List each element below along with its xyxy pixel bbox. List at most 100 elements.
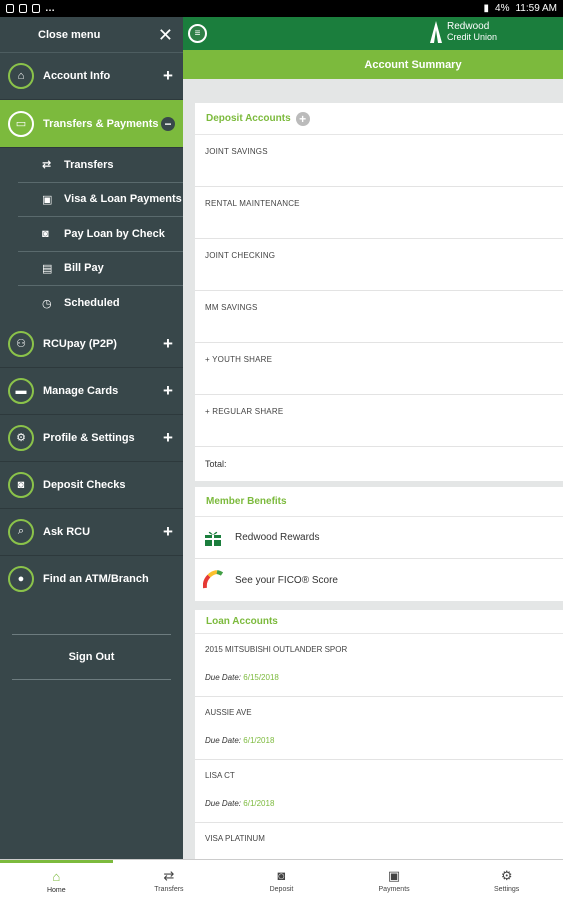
submenu-item-label: Scheduled: [64, 297, 120, 310]
menu-item-label: Find an ATM/Branch: [43, 573, 149, 585]
deposit-accounts-header: Deposit Accounts +: [195, 103, 563, 135]
submenu-item-label: Bill Pay: [64, 262, 104, 275]
submenu-item-bill-pay[interactable]: ▤ Bill Pay: [18, 252, 183, 286]
total-label: Total:: [205, 459, 227, 469]
more-notifications-icon: …: [45, 3, 55, 14]
money-icon: ▭: [8, 110, 34, 137]
account-row[interactable]: RENTAL MAINTENANCE: [195, 187, 563, 239]
tab-label: Transfers: [154, 885, 184, 893]
page-title: Account Summary: [183, 50, 563, 79]
section-title: Member Benefits: [195, 487, 563, 517]
expand-icon[interactable]: +: [161, 66, 175, 86]
submenu-item-scheduled[interactable]: ◷ Scheduled: [18, 286, 183, 321]
collapse-icon[interactable]: −: [161, 116, 175, 131]
loan-row[interactable]: VISA PLATINUM: [195, 823, 563, 859]
redwood-logo: Redwood Credit Union: [429, 21, 497, 43]
menu-item-ask-rcu[interactable]: ⌕ Ask RCU +: [0, 509, 183, 556]
due-date: Due Date: 6/1/2018: [205, 736, 563, 745]
tree-logo-icon: [430, 21, 442, 43]
fico-score-link[interactable]: See your FICO® Score: [195, 559, 563, 601]
loan-name: LISA CT: [205, 771, 235, 780]
battery-icon: ▮: [483, 3, 490, 14]
due-date-value: 6/15/2018: [243, 673, 279, 682]
benefit-label: See your FICO® Score: [235, 574, 338, 586]
status-time: 11:59 AM: [515, 3, 557, 14]
transfer-icon: ⇄: [163, 867, 175, 883]
battery-level: 4%: [495, 3, 510, 14]
account-row[interactable]: JOINT CHECKING: [195, 239, 563, 291]
gear-icon: ⚙: [8, 424, 34, 451]
menu-item-manage-cards[interactable]: ▬ Manage Cards +: [0, 368, 183, 415]
menu-item-rcupay[interactable]: ⚇ RCUpay (P2P) +: [0, 321, 183, 368]
people-icon: ⚇: [8, 330, 34, 357]
account-row[interactable]: + YOUTH SHARE: [195, 343, 563, 395]
side-menu: Close menu ✕ ⌂ Account Info + ▭ Transfer…: [0, 17, 183, 859]
member-benefits-card: Member Benefits Redwood Rewards See your…: [195, 487, 563, 601]
menu-item-transfers-payments[interactable]: ▭ Transfers & Payments −: [0, 100, 183, 148]
camera-icon: ◙: [42, 227, 49, 240]
menu-item-deposit-checks[interactable]: ◙ Deposit Checks: [0, 462, 183, 509]
close-menu-button[interactable]: Close menu ✕: [0, 17, 183, 53]
search-icon: ⌕: [8, 518, 34, 545]
app-header: ≡ Redwood Credit Union: [183, 17, 563, 50]
status-bar: … ▮ 4% 11:59 AM: [0, 0, 563, 17]
expand-icon[interactable]: +: [161, 381, 175, 401]
submenu-item-label: Transfers: [64, 158, 114, 171]
menu-item-label: Manage Cards: [43, 384, 119, 397]
menu-item-label: Profile & Settings: [43, 431, 135, 444]
account-row[interactable]: JOINT SAVINGS: [195, 135, 563, 187]
expand-icon[interactable]: +: [161, 334, 175, 354]
notification-icon: [19, 4, 27, 13]
account-row[interactable]: MM SAVINGS: [195, 291, 563, 343]
deposit-accounts-card: Deposit Accounts + JOINT SAVINGS RENTAL …: [195, 103, 563, 481]
camera-icon: ◙: [277, 867, 286, 883]
tab-deposit[interactable]: ◙ Deposit: [225, 860, 338, 900]
due-date-label: Due Date:: [205, 799, 242, 808]
expand-icon[interactable]: +: [161, 522, 175, 542]
loan-row[interactable]: LISA CT Due Date: 6/1/2018: [195, 760, 563, 823]
gear-icon: ⚙: [500, 867, 513, 883]
expand-icon[interactable]: +: [161, 428, 175, 448]
tab-payments[interactable]: ▣ Payments: [338, 860, 451, 900]
tab-transfers[interactable]: ⇄ Transfers: [113, 860, 226, 900]
close-icon[interactable]: ✕: [158, 26, 173, 44]
due-date-label: Due Date:: [205, 736, 242, 745]
menu-item-find-atm[interactable]: ● Find an ATM/Branch: [0, 556, 183, 603]
add-account-icon[interactable]: +: [295, 111, 310, 126]
logo-text-line2: Credit Union: [447, 32, 498, 42]
loan-row[interactable]: AUSSIE AVE Due Date: 6/1/2018: [195, 697, 563, 760]
sign-out-button[interactable]: Sign Out: [12, 634, 171, 680]
due-date-value: 6/1/2018: [243, 799, 275, 808]
tab-label: Home: [46, 887, 66, 894]
menu-item-label: Account Info: [43, 70, 111, 82]
tab-home[interactable]: ⌂ Home: [0, 860, 113, 900]
benefit-label: Redwood Rewards: [235, 532, 320, 543]
menu-item-label: Transfers & Payments: [43, 117, 159, 130]
home-icon: ⌂: [52, 869, 61, 884]
bottom-nav: ⌂ Home ⇄ Transfers ◙ Deposit ▣ Payments …: [0, 859, 563, 900]
tab-settings[interactable]: ⚙ Settings: [450, 860, 563, 900]
loan-accounts-card: Loan Accounts 2015 MITSUBISHI OUTLANDER …: [195, 610, 563, 859]
clock-icon: ◷: [42, 297, 52, 310]
menu-item-account-info[interactable]: ⌂ Account Info +: [0, 53, 183, 100]
submenu-item-visa-loan-payments[interactable]: ▣ Visa & Loan Payments: [18, 183, 183, 217]
home-icon: ⌂: [8, 63, 34, 89]
submenu-item-transfers[interactable]: ⇄ Transfers: [18, 148, 183, 183]
menu-toggle-icon[interactable]: ≡: [188, 24, 207, 43]
due-date: Due Date: 6/15/2018: [205, 673, 563, 682]
card-icon: ▬: [8, 377, 34, 404]
bill-icon: ▤: [42, 262, 53, 275]
submenu-item-pay-loan-by-check[interactable]: ◙ Pay Loan by Check: [18, 217, 183, 252]
submenu-item-label: Visa & Loan Payments: [64, 193, 182, 206]
notification-icons: …: [6, 3, 55, 14]
redwood-rewards-link[interactable]: Redwood Rewards: [195, 517, 563, 559]
due-date-value: 6/1/2018: [243, 736, 275, 745]
gift-icon: [203, 528, 223, 548]
tab-label: Settings: [494, 885, 520, 893]
account-row[interactable]: + REGULAR SHARE: [195, 395, 563, 447]
menu-item-label: Ask RCU: [43, 525, 91, 538]
loan-row[interactable]: 2015 MITSUBISHI OUTLANDER SPOR Due Date:…: [195, 634, 563, 697]
location-icon: ●: [8, 566, 34, 592]
notification-icon: [32, 4, 40, 13]
menu-item-profile-settings[interactable]: ⚙ Profile & Settings +: [0, 415, 183, 462]
